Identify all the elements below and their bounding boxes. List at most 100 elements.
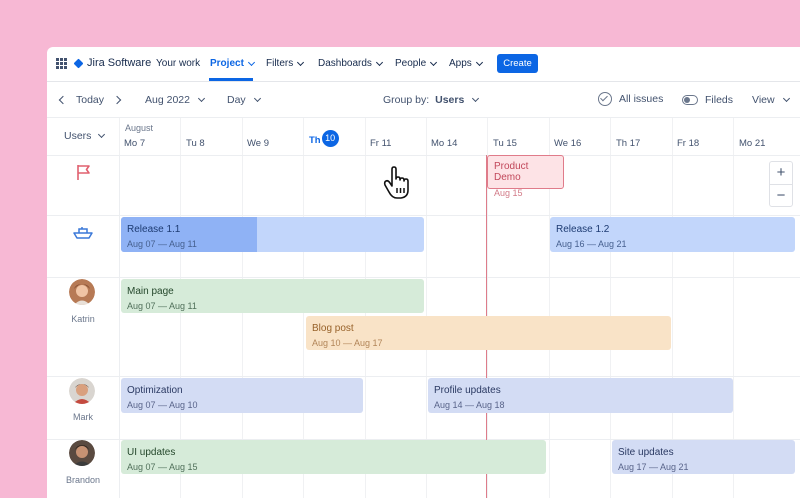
task-title: Blog post (312, 323, 354, 334)
milestone-product-demo[interactable]: Product Demo Aug 15 (487, 155, 564, 198)
zoom-in-button[interactable]: + (770, 162, 792, 184)
zoom-controls: + − (769, 161, 793, 207)
day-label: Mo 14 (431, 138, 458, 149)
nav-dashboards-label: Dashboards (318, 58, 372, 69)
avatar-mark[interactable] (69, 378, 95, 404)
day-label: Tu 15 (493, 138, 517, 149)
scale-select[interactable]: Day (227, 94, 261, 106)
nav-apps-label: Apps (449, 58, 472, 69)
today-label: Today (76, 94, 105, 106)
app-name: Jira Software (87, 57, 152, 69)
jira-app-window: Jira Software Your work Project Filters … (47, 47, 800, 498)
row-divider (47, 376, 800, 377)
scale-select-label: Day (227, 94, 246, 106)
fileds-toggle[interactable]: Fileds (682, 94, 733, 106)
task-bar[interactable]: UI updates Aug 07 — Aug 15 (121, 440, 546, 474)
chevron-down-icon (472, 94, 480, 103)
users-group-select[interactable]: Users (64, 130, 106, 142)
chevron-down-icon (782, 94, 790, 103)
chevron-down-icon (247, 58, 255, 66)
task-dates: Aug 17 — Aug 21 (618, 462, 689, 472)
all-issues-label: All issues (619, 93, 664, 105)
jira-logo[interactable]: Jira Software (73, 57, 152, 69)
task-title: Profile updates (434, 385, 501, 396)
timeline-header: Users August Mo 7 Tu 8 We 9 Th 10 Fr 11 M… (47, 118, 800, 156)
today-button[interactable]: Today (76, 94, 104, 106)
task-dates: Aug 10 — Aug 17 (312, 338, 383, 348)
task-dates: Aug 14 — Aug 18 (434, 400, 505, 410)
create-button[interactable]: Create (497, 54, 538, 73)
release-bar[interactable]: Release 1.2 Aug 16 — Aug 21 (550, 217, 795, 252)
prev-arrow[interactable] (58, 95, 68, 105)
nav-apps[interactable]: Apps (449, 58, 483, 69)
nav-dashboards[interactable]: Dashboards (318, 58, 383, 69)
nav-project[interactable]: Project (210, 58, 255, 69)
grid-line (610, 118, 611, 498)
nav-people-label: People (395, 58, 427, 69)
chevron-down-icon (297, 58, 305, 66)
task-title: Site updates (618, 447, 674, 458)
task-title: UI updates (127, 447, 176, 458)
month-label: August (125, 123, 154, 133)
chevron-down-icon (475, 58, 483, 66)
day-label: Th 17 (616, 138, 641, 149)
user-name: Brandon (65, 475, 101, 485)
user-name: Katrin (71, 314, 95, 324)
release-dates: Aug 07 — Aug 11 (127, 239, 197, 249)
chevron-down-icon (253, 94, 261, 103)
release-title: Release 1.1 (127, 224, 181, 235)
chevron-left-icon (58, 95, 68, 105)
task-dates: Aug 07 — Aug 15 (127, 462, 198, 472)
users-label: Users (64, 130, 92, 142)
nav-filters-label: Filters (266, 58, 294, 69)
view-select[interactable]: View (752, 94, 790, 106)
task-bar[interactable]: Site updates Aug 17 — Aug 21 (612, 440, 795, 474)
release-dates: Aug 16 — Aug 21 (556, 239, 627, 249)
nav-your-work-label: Your work (156, 58, 201, 69)
day-label: Fr 11 (370, 138, 392, 149)
hand-cursor-icon (383, 166, 409, 199)
chevron-down-icon (430, 58, 438, 66)
next-arrow[interactable] (112, 95, 122, 105)
day-label-today: Th 10 (309, 130, 339, 147)
day-label: Tu 8 (186, 138, 205, 149)
chevron-down-icon (98, 130, 106, 139)
task-dates: Aug 07 — Aug 11 (127, 301, 197, 311)
chevron-down-icon (197, 94, 206, 103)
task-bar[interactable]: Main page Aug 07 — Aug 11 (121, 279, 424, 313)
task-bar[interactable]: Optimization Aug 07 — Aug 10 (121, 378, 363, 413)
chevron-right-icon (112, 95, 122, 105)
group-by-value: Users (435, 94, 465, 106)
day-label: We 9 (247, 138, 270, 149)
group-by-select[interactable]: Group by: Users (383, 94, 480, 106)
milestone-date: Aug 15 (494, 188, 523, 198)
task-dates: Aug 07 — Aug 10 (127, 400, 198, 410)
toggle-icon (682, 95, 698, 105)
nav-filters[interactable]: Filters (266, 58, 305, 69)
jira-diamond-icon (73, 58, 84, 68)
release-bar[interactable]: Release 1.1 Aug 07 — Aug 11 (121, 217, 424, 252)
release-title: Release 1.2 (556, 224, 610, 235)
chevron-down-icon (375, 58, 383, 66)
zoom-out-button[interactable]: − (770, 185, 792, 207)
task-bar[interactable]: Blog post Aug 10 — Aug 17 (306, 316, 671, 350)
all-issues-filter[interactable]: All issues (598, 92, 663, 106)
row-divider (47, 277, 800, 278)
day-label: We 16 (554, 138, 582, 149)
fileds-label: Fileds (705, 94, 734, 106)
group-by-label: Group by: (383, 94, 430, 106)
milestone-title: Product Demo (494, 161, 529, 183)
avatar-katrin[interactable] (69, 279, 95, 305)
nav-people[interactable]: People (395, 58, 438, 69)
avatar-brandon[interactable] (69, 440, 95, 466)
nav-project-label: Project (210, 58, 244, 69)
day-label: Fr 18 (677, 138, 700, 149)
top-nav: Jira Software Your work Project Filters … (47, 47, 800, 82)
nav-your-work[interactable]: Your work (156, 58, 200, 69)
task-bar[interactable]: Profile updates Aug 14 — Aug 18 (428, 378, 733, 413)
today-badge: 10 (321, 130, 339, 147)
month-select[interactable]: Aug 2022 (145, 94, 206, 106)
day-label: Mo 21 (739, 138, 766, 149)
app-switcher-icon[interactable] (56, 58, 67, 69)
task-title: Main page (127, 286, 174, 297)
